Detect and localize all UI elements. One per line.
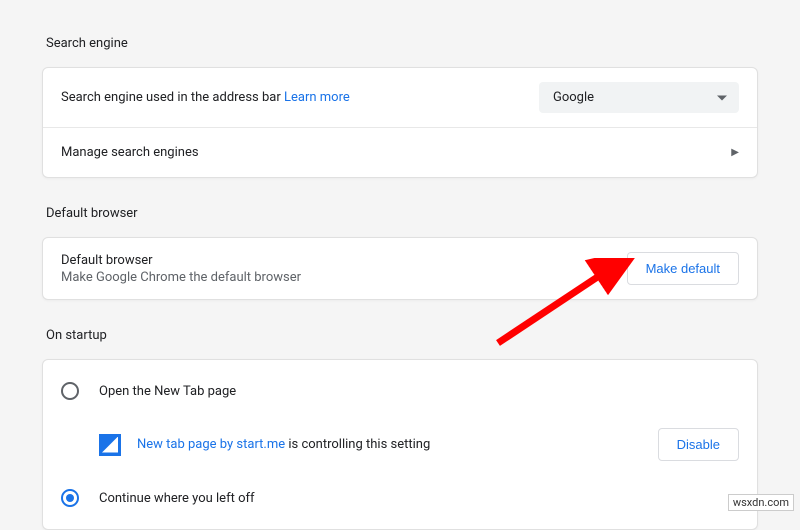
default-browser-label: Default browser (61, 253, 153, 268)
search-engine-card: Search engine used in the address bar Le… (42, 67, 758, 178)
disable-extension-button[interactable]: Disable (658, 428, 739, 461)
startup-option-continue[interactable]: Continue where you left off (43, 473, 757, 523)
chevron-down-icon (717, 95, 727, 100)
radio-new-tab[interactable] (61, 382, 79, 400)
search-engine-row: Search engine used in the address bar Le… (43, 68, 757, 127)
default-browser-sub: Make Google Chrome the default browser (61, 270, 627, 285)
search-engine-used-text: Search engine used in the address bar (61, 90, 281, 105)
chevron-right-icon: ▶ (731, 147, 739, 158)
extension-suffix-text: is controlling this setting (285, 437, 430, 452)
on-startup-card: Open the New Tab page New tab page by st… (42, 359, 758, 530)
startup-extension-row: New tab page by start.me is controlling … (43, 416, 757, 473)
search-engine-select[interactable]: Google (539, 82, 739, 113)
startup-extension-text: New tab page by start.me is controlling … (137, 437, 658, 452)
learn-more-link[interactable]: Learn more (284, 90, 350, 105)
startme-extension-icon (99, 434, 121, 456)
default-browser-card: Default browser Make Google Chrome the d… (42, 237, 758, 300)
default-browser-row: Default browser Make Google Chrome the d… (43, 238, 757, 299)
radio-continue[interactable] (61, 489, 79, 507)
startup-option-new-tab[interactable]: Open the New Tab page (43, 366, 757, 416)
default-browser-section-title: Default browser (46, 206, 758, 221)
startup-option-label: Open the New Tab page (99, 384, 236, 399)
search-engine-selected: Google (553, 90, 594, 105)
manage-search-engines-label: Manage search engines (61, 145, 731, 160)
watermark: wsxdn.com (728, 494, 794, 511)
default-browser-label-group: Default browser Make Google Chrome the d… (61, 253, 627, 285)
search-engine-section-title: Search engine (46, 36, 758, 51)
manage-search-engines-row[interactable]: Manage search engines ▶ (43, 127, 757, 177)
startup-option-label: Continue where you left off (99, 491, 255, 506)
extension-name-link[interactable]: New tab page by start.me (137, 437, 285, 452)
search-engine-label: Search engine used in the address bar Le… (61, 90, 539, 105)
make-default-button[interactable]: Make default (627, 252, 739, 285)
on-startup-section-title: On startup (46, 328, 758, 343)
